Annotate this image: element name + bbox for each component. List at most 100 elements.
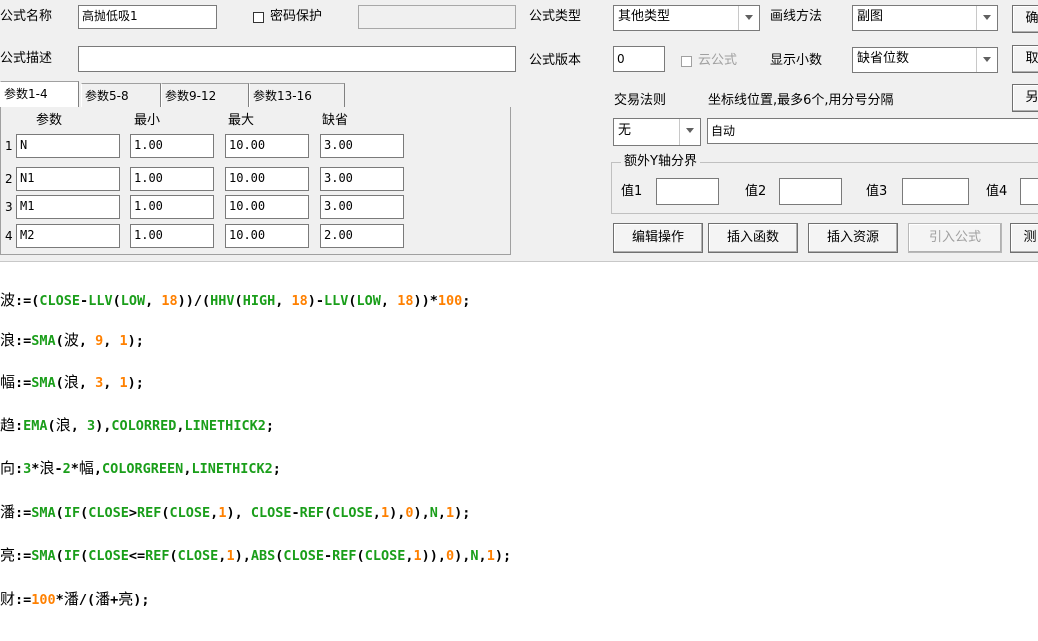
test-button[interactable]: 测 (1010, 223, 1038, 253)
trade-rule-value: 无 (618, 123, 632, 138)
formula-desc-input[interactable] (78, 46, 516, 72)
param-default-input[interactable]: 3.00 (320, 195, 404, 219)
param-min-input[interactable]: 1.00 (130, 195, 214, 219)
password-checkbox[interactable] (253, 12, 264, 23)
code-token: 1 (226, 548, 235, 564)
code-token: ), (95, 418, 112, 434)
code-token: ), (389, 505, 406, 521)
param-max-input[interactable]: 10.00 (225, 134, 309, 158)
value3-input[interactable] (902, 178, 969, 205)
cloud-formula-checkbox[interactable] (681, 56, 692, 67)
param-max-input[interactable]: 10.00 (225, 167, 309, 191)
code-token: <= (128, 548, 146, 564)
tab-params-13-16[interactable]: 参数13-16 (249, 83, 345, 107)
tab-params-1-4[interactable]: 参数1-4 (0, 81, 79, 108)
code-token: IF (63, 548, 81, 564)
tab-params-9-12[interactable]: 参数9-12 (161, 83, 249, 107)
chevron-down-icon[interactable] (976, 6, 997, 30)
insert-function-button[interactable]: 插入函数 (708, 223, 798, 253)
param-row-number: 2 (5, 172, 13, 186)
code-token: 趋 (0, 416, 16, 434)
formula-properties-panel: 公式名称 高抛低吸1 密码保护 公式类型 其他类型 画线方法 副图 确 公式描述… (0, 0, 1038, 262)
code-token: LLV (324, 293, 349, 309)
param-name-input[interactable]: M1 (16, 195, 120, 219)
code-token: - (324, 548, 333, 564)
code-line[interactable]: 向:3*浪-2*幅,COLORGREEN,LINETHICK2; (0, 458, 281, 478)
formula-code-editor[interactable]: 波:=(CLOSE-LLV(LOW, 18))/(HHV(HIGH, 18)-L… (0, 262, 1038, 641)
param-min-input[interactable]: 1.00 (130, 167, 214, 191)
code-token: 潘 (95, 590, 111, 608)
code-token: , (275, 293, 292, 309)
code-token: ), (413, 505, 430, 521)
code-line[interactable]: 财:=100*潘/(潘+亮); (0, 589, 150, 609)
code-line[interactable]: 亮:=SMA(IF(CLOSE<=REF(CLOSE,1),ABS(CLOSE-… (0, 545, 511, 565)
tab-params-5-8[interactable]: 参数5-8 (81, 83, 161, 107)
formula-version-input[interactable]: 0 (613, 46, 665, 72)
code-token: 亮 (118, 590, 134, 608)
code-token: SMA (31, 375, 56, 391)
formula-name-input[interactable]: 高抛低吸1 (78, 5, 217, 29)
param-default-input[interactable]: 2.00 (320, 224, 404, 248)
code-token: > (128, 505, 137, 521)
decimals-select[interactable]: 缺省位数 (852, 47, 998, 73)
code-token: ), (454, 548, 471, 564)
param-max-input[interactable]: 10.00 (225, 224, 309, 248)
trade-rule-select[interactable]: 无 (613, 118, 701, 146)
insert-resource-button[interactable]: 插入资源 (808, 223, 898, 253)
param-default-input[interactable]: 3.00 (320, 167, 404, 191)
param-default-input[interactable]: 3.00 (320, 134, 404, 158)
code-token: 向 (0, 459, 16, 477)
code-token: ; (265, 418, 274, 434)
edit-operation-button[interactable]: 编辑操作 (613, 223, 703, 253)
save-as-button[interactable]: 另 (1012, 84, 1038, 112)
password-input[interactable] (358, 5, 516, 29)
axis-position-input[interactable]: 自动 (707, 118, 1038, 144)
code-token: : (15, 418, 24, 434)
code-token: ( (55, 505, 64, 521)
code-line[interactable]: 浪:=SMA(波, 9, 1); (0, 330, 144, 350)
code-line[interactable]: 趋:EMA(浪, 3),COLORRED,LINETHICK2; (0, 415, 274, 435)
code-token: ; (272, 461, 281, 477)
chevron-down-icon[interactable] (679, 119, 700, 145)
code-token: * (70, 461, 79, 477)
param-max-input[interactable]: 10.00 (225, 195, 309, 219)
value4-input[interactable] (1020, 178, 1038, 205)
code-line[interactable]: 波:=(CLOSE-LLV(LOW, 18))/(HHV(HIGH, 18)-L… (0, 290, 470, 310)
chevron-down-icon[interactable] (738, 6, 759, 30)
code-line[interactable]: 潘:=SMA(IF(CLOSE>REF(CLOSE,1), CLOSE-REF(… (0, 502, 470, 522)
code-token: 1 (119, 375, 128, 391)
param-name-input[interactable]: M2 (16, 224, 120, 248)
chevron-down-icon[interactable] (976, 48, 997, 72)
code-token: - (80, 293, 89, 309)
param-min-input[interactable]: 1.00 (130, 134, 214, 158)
formula-type-value: 其他类型 (618, 9, 671, 24)
code-token: ( (112, 293, 121, 309)
code-token: ( (234, 293, 243, 309)
param-min-input[interactable]: 1.00 (130, 224, 214, 248)
code-token: ); (494, 548, 512, 564)
code-token: REF (299, 505, 325, 521)
code-token: LINETHICK2 (184, 418, 266, 434)
code-token: ( (348, 293, 357, 309)
draw-method-select[interactable]: 副图 (852, 5, 998, 31)
code-token: SMA (31, 505, 56, 521)
code-token: := (15, 333, 32, 349)
code-token: HHV (210, 293, 235, 309)
formula-name-label: 公式名称 (0, 9, 53, 24)
value2-input[interactable] (779, 178, 842, 205)
import-formula-button[interactable]: 引入公式 (908, 223, 1002, 253)
code-token: LOW (120, 293, 146, 309)
code-token: , (103, 333, 120, 349)
code-token: IF (63, 505, 81, 521)
code-line[interactable]: 幅:=SMA(浪, 3, 1); (0, 372, 144, 392)
param-name-input[interactable]: N1 (16, 167, 120, 191)
param-name-input[interactable]: N (16, 134, 120, 158)
cancel-button[interactable]: 取 (1012, 45, 1038, 73)
formula-type-select[interactable]: 其他类型 (613, 5, 760, 31)
confirm-button[interactable]: 确 (1012, 5, 1038, 33)
value1-input[interactable] (656, 178, 719, 205)
cloud-formula-label: 云公式 (698, 53, 738, 68)
code-token: 18 (161, 293, 178, 309)
code-token: 18 (397, 293, 414, 309)
param-row-number: 3 (5, 200, 13, 214)
